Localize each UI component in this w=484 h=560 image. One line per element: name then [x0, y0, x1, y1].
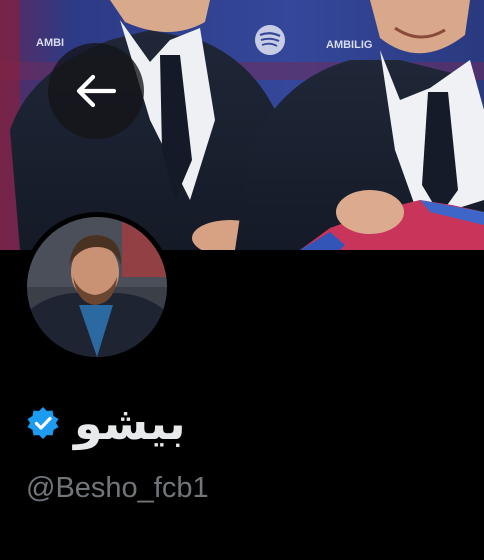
display-name: بيشو	[74, 396, 186, 450]
banner-sponsor-text-right: AMBILIG	[326, 39, 372, 51]
profile-banner[interactable]: AMBI AMBILIG	[0, 0, 484, 250]
name-row: بيشو	[26, 393, 186, 453]
avatar-photo	[27, 217, 167, 357]
banner-sponsor-text-left: AMBI	[36, 37, 64, 49]
verified-badge-icon[interactable]	[26, 406, 60, 440]
back-button[interactable]	[48, 43, 144, 139]
spotify-icon	[255, 25, 285, 55]
arrow-left-icon	[76, 74, 116, 108]
username-handle: @Besho_fcb1	[26, 472, 209, 504]
avatar[interactable]	[22, 212, 172, 362]
